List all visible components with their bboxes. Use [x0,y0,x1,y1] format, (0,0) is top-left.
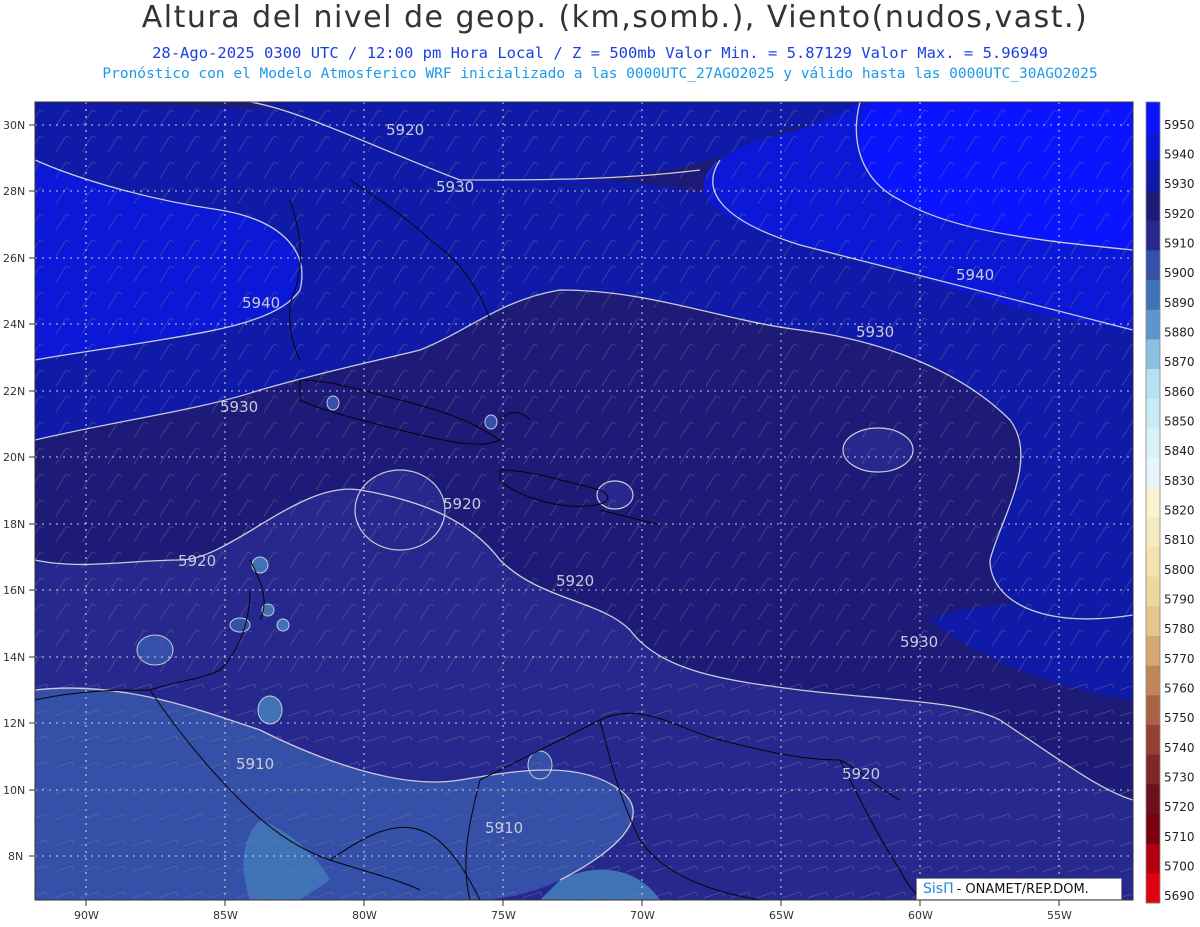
contour-label: 5920 [842,765,880,783]
map-field: 5920 5930 5940 5930 5940 5930 5920 5920 … [35,102,1133,900]
lat-label: 26N [3,252,25,265]
colorbar-level-label: 5820 [1164,504,1195,518]
colorbar-level-label: 5940 [1164,148,1195,162]
colorbar-level-label: 5760 [1164,682,1195,696]
colorbar-level-label: 5840 [1164,444,1195,458]
lon-label: 75W [491,909,516,922]
lat-label: 28N [3,185,25,198]
colorbar-level-label: 5700 [1164,860,1195,874]
lat-label: 20N [3,451,25,464]
colorbar-swatch [1146,309,1160,340]
contour-label: 5920 [443,495,481,513]
lon-label: 55W [1047,909,1072,922]
colorbar-level-label: 5850 [1164,415,1195,429]
colorbar-level-label: 5910 [1164,237,1195,251]
colorbar-swatch [1146,458,1160,489]
colorbar-swatch [1146,517,1160,548]
lat-label: 16N [3,584,25,597]
colorbar-level-label: 5880 [1164,326,1195,340]
contour-label: 5940 [956,266,994,284]
colorbar-swatch [1146,428,1160,459]
colorbar-swatch [1146,131,1160,162]
colorbar-level-label: 5780 [1164,622,1195,636]
lon-label: 90W [74,909,99,922]
lat-label: 14N [3,651,25,664]
contour-label: 5930 [900,633,938,651]
colorbar-swatch [1146,369,1160,400]
lon-label: 65W [769,909,794,922]
colorbar-swatch [1146,814,1160,845]
colorbar-swatch [1146,606,1160,637]
colorbar-swatch [1146,250,1160,281]
colorbar-level-label: 5930 [1164,177,1195,191]
colorbar-swatch [1146,636,1160,667]
latitude-labels: 30N 28N 26N 24N 22N 20N 18N 16N 14N 12N … [3,119,25,863]
colorbar-swatch [1146,280,1160,311]
colorbar: 5950 5940 5930 5920 5910 5900 5890 5880 5870 5860… [1145,101,1195,904]
colorbar-swatch [1146,725,1160,756]
lat-label: 30N [3,119,25,132]
colorbar-level-label: 5860 [1164,385,1195,399]
lat-label: 8N [8,850,23,863]
colorbar-level-label: 5800 [1164,563,1195,577]
contour-label: 5920 [178,552,216,570]
contour-label: 5930 [220,398,258,416]
colorbar-level-label: 5770 [1164,652,1195,666]
colorbar-swatch [1146,873,1160,904]
colorbar-level-label: 5830 [1164,474,1195,488]
forecast-map: 5920 5930 5940 5930 5940 5930 5920 5920 … [3,101,1195,922]
contour-label: 5930 [436,178,474,196]
lon-label: 60W [908,909,933,922]
colorbar-level-label: 5950 [1164,118,1195,132]
colorbar-swatch [1146,487,1160,518]
lon-label: 85W [213,909,238,922]
lat-label: 18N [3,518,25,531]
colorbar-level-label: 5690 [1164,889,1195,903]
wind-barbs-north [35,102,1133,682]
colorbar-swatch [1146,754,1160,785]
colorbar-swatch [1146,398,1160,429]
colorbar-swatch [1146,102,1160,133]
credit-text: - ONAMET/REP.DOM. [956,881,1089,897]
contour-label: 5910 [485,819,523,837]
colorbar-swatch [1146,695,1160,726]
contour-label: 5920 [556,572,594,590]
colorbar-level-label: 5810 [1164,533,1195,547]
colorbar-level-label: 5740 [1164,741,1195,755]
colorbar-level-label: 5890 [1164,296,1195,310]
colorbar-level-label: 5900 [1164,266,1195,280]
lon-label: 70W [630,909,655,922]
colorbar-level-label: 5920 [1164,207,1195,221]
colorbar-swatch [1146,665,1160,696]
colorbar-level-label: 5720 [1164,800,1195,814]
contour-label: 5920 [386,121,424,139]
contour-label: 5930 [856,323,894,341]
colorbar-swatch [1146,191,1160,222]
lat-label: 22N [3,385,25,398]
colorbar-level-label: 5710 [1164,830,1195,844]
contour-label: 5910 [236,755,274,773]
colorbar-swatch [1146,784,1160,815]
colorbar-level-label: 5870 [1164,355,1195,369]
lat-label: 10N [3,784,25,797]
lat-label: 12N [3,717,25,730]
colorbar-swatch [1146,843,1160,874]
colorbar-swatch [1146,161,1160,192]
colorbar-swatch [1146,220,1160,251]
colorbar-swatch [1146,576,1160,607]
lon-label: 80W [352,909,377,922]
colorbar-swatch [1146,547,1160,578]
colorbar-level-label: 5730 [1164,771,1195,785]
sispi-logo: SisΠ [923,881,954,897]
contour-label: 5940 [242,294,280,312]
colorbar-swatch [1146,339,1160,370]
lat-label: 24N [3,318,25,331]
longitude-labels: 90W 85W 80W 75W 70W 65W 60W 55W [74,909,1072,922]
colorbar-level-label: 5750 [1164,711,1195,725]
colorbar-level-label: 5790 [1164,593,1195,607]
credit-box: SisΠ - ONAMET/REP.DOM. [916,878,1122,900]
